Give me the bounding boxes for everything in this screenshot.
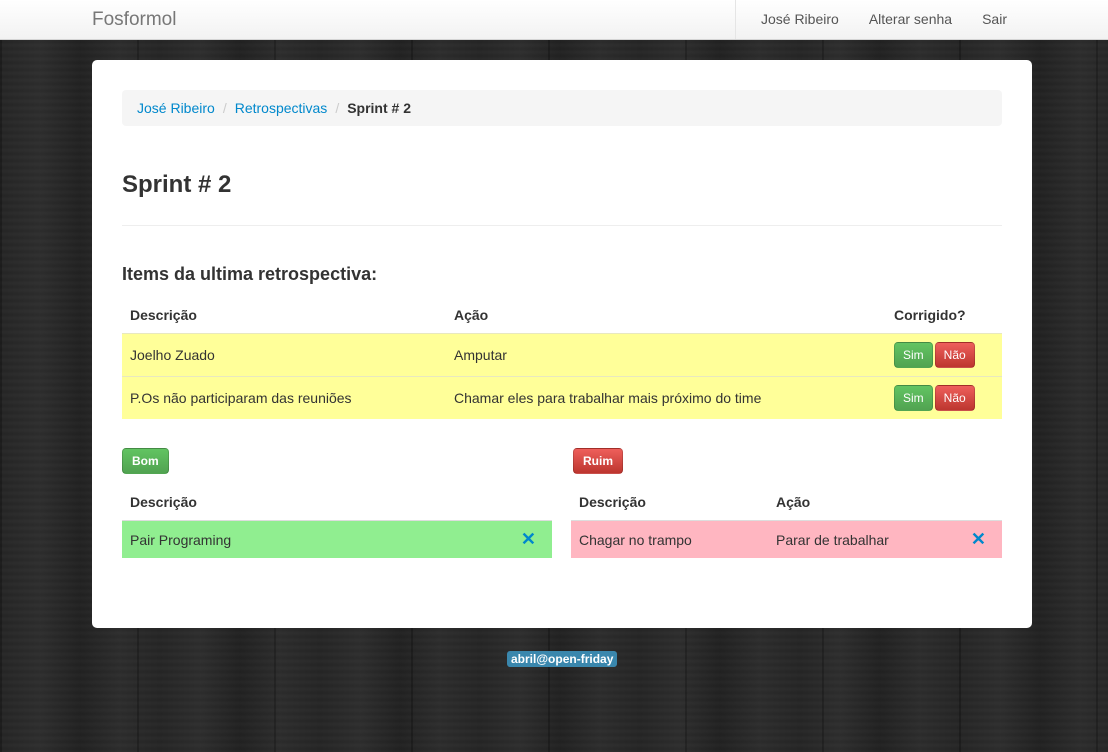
page-title: Sprint # 2	[122, 171, 232, 198]
table-row: Chagar no trampo Parar de trabalhar ✕	[571, 520, 1002, 558]
item-description: P.Os não participaram das reuniões	[122, 376, 446, 419]
breadcrumb-user[interactable]: José Ribeiro	[137, 100, 215, 116]
table-row: P.Os não participaram das reuniões Chama…	[122, 376, 1002, 419]
header-descricao: Descrição	[130, 493, 197, 510]
item-description: Joelho Zuado	[122, 333, 446, 377]
nav-change-password-link[interactable]: Alterar senha	[854, 0, 967, 39]
header-descricao: Descrição	[579, 493, 646, 510]
remove-icon[interactable]: ✕	[510, 529, 544, 550]
bad-item-description: Chagar no trampo	[571, 520, 768, 558]
section-title: Items da ultima retrospectiva:	[122, 264, 378, 284]
breadcrumb-current: Sprint # 2	[347, 100, 411, 116]
item-action: Chamar eles para trabalhar mais próximo …	[446, 376, 886, 419]
table-row: Joelho Zuado Amputar Sim Não	[122, 333, 1002, 377]
divider-line	[122, 225, 1002, 226]
header-corrigido: Corrigido?	[894, 306, 966, 323]
remove-cell: ✕	[502, 520, 552, 558]
breadcrumb: José Ribeiro / Retrospectivas / Sprint #…	[122, 90, 1002, 126]
breadcrumb-divider: /	[222, 100, 227, 116]
good-items-table: Descrição Pair Programing ✕	[122, 483, 552, 558]
item-action: Amputar	[446, 333, 886, 377]
breadcrumb-divider: /	[335, 100, 340, 116]
top-navbar: Fosformol José Ribeiro Alterar senha Sai…	[0, 0, 1108, 40]
header-descricao: Descrição	[130, 306, 197, 323]
good-item-description: Pair Programing	[122, 520, 502, 558]
item-fixed-cell: Sim Não	[886, 376, 1002, 419]
remove-icon[interactable]: ✕	[960, 529, 994, 550]
sim-button[interactable]: Sim	[894, 385, 933, 411]
footer-badge: abril@open-friday	[507, 651, 618, 667]
remove-cell: ✕	[952, 520, 1002, 558]
breadcrumb-retrospectives[interactable]: Retrospectivas	[235, 100, 328, 116]
item-fixed-cell: Sim Não	[886, 333, 1002, 377]
table-row: Pair Programing ✕	[122, 520, 552, 558]
header-empty	[952, 483, 1002, 521]
nao-button[interactable]: Não	[934, 385, 975, 411]
header-empty	[502, 483, 552, 521]
nav-links: José Ribeiro Alterar senha Sair	[734, 0, 1022, 39]
previous-items-table: Descrição Ação Corrigido? Joelho Zuado A…	[122, 296, 1002, 419]
main-container: José Ribeiro / Retrospectivas / Sprint #…	[92, 60, 1032, 628]
header-acao: Ação	[776, 493, 811, 510]
header-acao: Ação	[454, 306, 489, 323]
ruim-button[interactable]: Ruim	[573, 448, 623, 474]
brand-logo[interactable]: Fosformol	[92, 9, 176, 31]
bom-button[interactable]: Bom	[122, 448, 169, 474]
nav-logout-link[interactable]: Sair	[967, 0, 1022, 39]
bad-items-table: Descrição Ação Chagar no trampo Parar de…	[571, 483, 1002, 558]
nao-button[interactable]: Não	[934, 342, 975, 368]
sim-button[interactable]: Sim	[894, 342, 933, 368]
nav-user-link[interactable]: José Ribeiro	[736, 0, 854, 39]
bad-item-action: Parar de trabalhar	[768, 520, 952, 558]
